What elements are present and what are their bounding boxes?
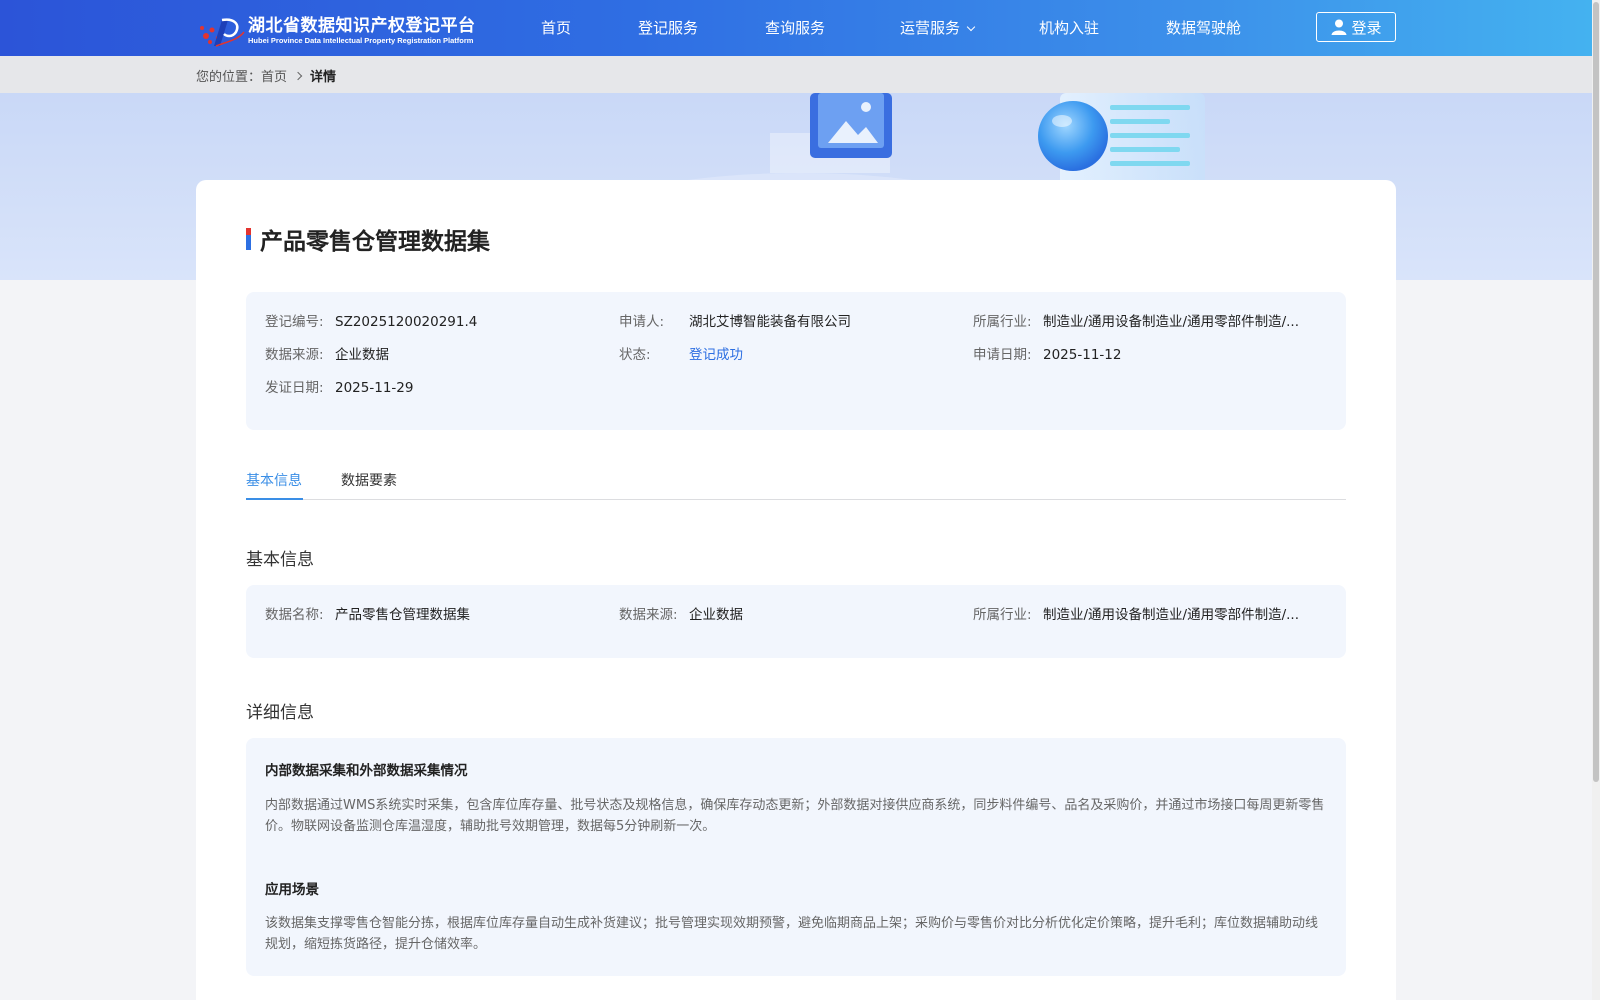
tab-data-elements[interactable]: 数据要素 [341, 470, 397, 490]
section-title-basic: 基本信息 [246, 550, 314, 570]
issue-date-label: 发证日期: [265, 380, 324, 396]
title-marker-icon [246, 228, 251, 250]
field-data-name: 数据名称: 产品零售仓管理数据集 [265, 605, 470, 625]
brand-name-en: Hubei Province Data Intellectual Propert… [248, 36, 474, 45]
basic-source-label: 数据来源: [619, 607, 678, 623]
collection-heading: 内部数据采集和外部数据采集情况 [265, 763, 468, 779]
section-title-detail: 详细信息 [246, 703, 314, 723]
tab-divider [246, 499, 1346, 500]
scenario-text: 该数据集支撑零售仓智能分拣，根据库位库存量自动生成补货建议；批号管理实现效期预警… [265, 916, 1319, 952]
field-status: 状态: 登记成功 [619, 345, 743, 365]
applicant-value: 湖北艾博智能装备有限公司 [689, 314, 851, 330]
field-basic-source: 数据来源: 企业数据 [619, 605, 743, 625]
nav-query-service[interactable]: 查询服务 [765, 18, 825, 38]
issue-date-value: 2025-11-29 [335, 380, 414, 396]
status-value: 登记成功 [689, 347, 743, 363]
data-name-label: 数据名称: [265, 607, 324, 623]
industry-value: 制造业/通用设备制造业/通用零部件制造/... [1043, 314, 1300, 330]
chevron-right-icon [293, 71, 303, 80]
reg-no-value: SZ2025120020291.4 [335, 314, 478, 330]
breadcrumb-home[interactable]: 首页 [261, 66, 287, 85]
nav-registration-service[interactable]: 登记服务 [638, 18, 698, 38]
field-issue-date: 发证日期: 2025-11-29 [265, 378, 413, 398]
tab-active-indicator [246, 498, 303, 500]
nav-home[interactable]: 首页 [541, 18, 571, 38]
login-label: 登录 [1351, 18, 1382, 37]
applicant-label: 申请人: [619, 314, 665, 330]
field-industry: 所属行业: 制造业/通用设备制造业/通用零部件制造/... [973, 312, 1299, 332]
brand-name-cn: 湖北省数据知识产权登记平台 [248, 16, 476, 36]
field-apply-date: 申请日期: 2025-11-12 [973, 345, 1121, 365]
field-source: 数据来源: 企业数据 [265, 345, 389, 365]
apply-date-value: 2025-11-12 [1043, 347, 1122, 363]
user-icon [1331, 19, 1347, 35]
nav-data-cockpit[interactable]: 数据驾驶舱 [1166, 18, 1241, 38]
basic-industry-label: 所属行业: [973, 607, 1032, 623]
apply-date-label: 申请日期: [973, 347, 1032, 363]
data-name-value: 产品零售仓管理数据集 [335, 607, 470, 623]
chevron-down-icon [966, 22, 976, 32]
nav-operation-service-label: 运营服务 [900, 19, 961, 37]
brand[interactable]: 湖北省数据知识产权登记平台 Hubei Province Data Intell… [248, 16, 476, 45]
collection-text: 内部数据通过WMS系统实时采集，包含库位库存量、批号状态及规格信息，确保库存动态… [265, 798, 1325, 834]
nav-institution-entry[interactable]: 机构入驻 [1039, 18, 1099, 38]
breadcrumb-prefix: 您的位置： [196, 70, 262, 85]
field-basic-industry: 所属行业: 制造业/通用设备制造业/通用零部件制造/... [973, 605, 1299, 625]
top-header: 湖北省数据知识产权登记平台 Hubei Province Data Intell… [0, 0, 1592, 56]
breadcrumb: 您的位置： 首页 详情 [196, 66, 336, 85]
page-title: 产品零售仓管理数据集 [260, 229, 490, 255]
source-label: 数据来源: [265, 347, 324, 363]
field-applicant: 申请人: 湖北艾博智能装备有限公司 [619, 312, 851, 332]
platform-logo-icon[interactable] [196, 12, 246, 48]
basic-industry-value: 制造业/通用设备制造业/通用零部件制造/... [1043, 607, 1300, 623]
source-value: 企业数据 [335, 347, 389, 363]
reg-no-label: 登记编号: [265, 314, 324, 330]
field-reg-no: 登记编号: SZ2025120020291.4 [265, 312, 477, 332]
basic-source-value: 企业数据 [689, 607, 743, 623]
breadcrumb-current: 详情 [310, 70, 337, 85]
tab-basic-info[interactable]: 基本信息 [246, 470, 302, 490]
status-label: 状态: [619, 347, 651, 363]
industry-label: 所属行业: [973, 314, 1032, 330]
login-button[interactable]: 登录 [1316, 12, 1396, 42]
nav-operation-service[interactable]: 运营服务 [900, 18, 976, 38]
scenario-heading: 应用场景 [265, 882, 319, 898]
page-scrollbar-thumb[interactable] [1593, 2, 1599, 782]
